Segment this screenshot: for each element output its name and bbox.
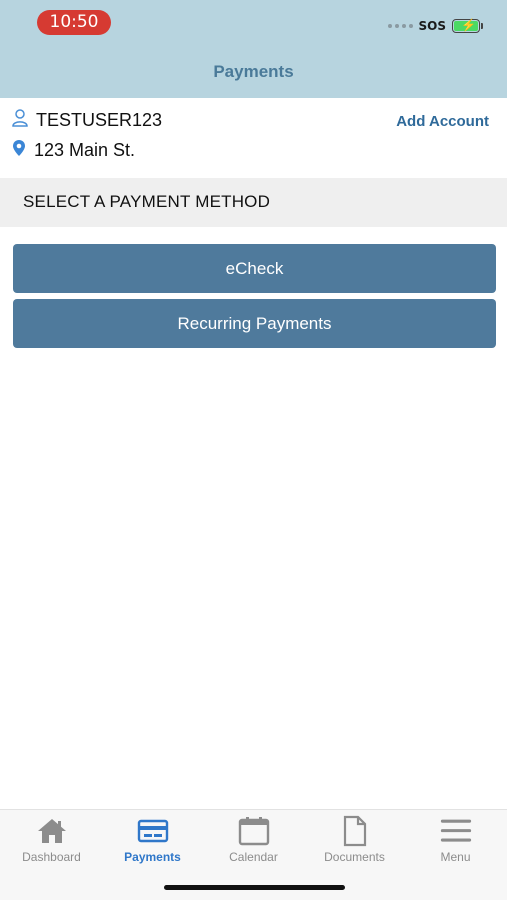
account-user-row: TESTUSER123 [12,109,162,132]
signal-icon [387,24,413,28]
menu-icon [439,816,473,846]
document-icon [338,815,372,847]
tab-calendar-label: Calendar [229,850,278,864]
tab-payments[interactable]: Payments [102,810,203,870]
section-title: SELECT A PAYMENT METHOD [23,192,271,211]
status-indicators: SOS ⚡ [387,16,483,36]
header: 10:50 SOS ⚡ Payments [0,0,507,98]
credit-card-icon [136,816,170,846]
payments-screen: 10:50 SOS ⚡ Payments TESTUSER123 123 Mai… [0,0,507,900]
location-pin-icon [12,139,26,162]
tab-dashboard-label: Dashboard [22,850,81,864]
tab-documents[interactable]: Documents [304,810,405,870]
home-indicator[interactable] [164,885,345,890]
tab-calendar[interactable]: Calendar [203,810,304,870]
echeck-button[interactable]: eCheck [13,244,496,293]
user-icon [12,109,28,132]
add-account-button[interactable]: Add Account [396,113,489,130]
account-info: TESTUSER123 123 Main St. Add Account [0,98,507,178]
home-icon [35,816,69,846]
tab-payments-label: Payments [124,850,181,864]
page-title: Payments [213,62,294,81]
battery-icon: ⚡ [452,18,480,33]
recurring-payments-button[interactable]: Recurring Payments [13,299,496,348]
payment-method-section-header: SELECT A PAYMENT METHOD [0,178,507,227]
tab-menu[interactable]: Menu [405,810,506,870]
tab-menu-label: Menu [440,850,471,864]
account-address-row: 123 Main St. [12,139,135,162]
battery-cap [481,23,483,29]
account-username: TESTUSER123 [36,110,163,130]
tab-dashboard[interactable]: Dashboard [1,810,102,870]
carrier-label: SOS [418,19,447,33]
status-time: 10:50 [37,10,111,35]
calendar-icon [237,816,271,846]
tab-documents-label: Documents [324,850,385,864]
account-address: 123 Main St. [34,140,136,160]
